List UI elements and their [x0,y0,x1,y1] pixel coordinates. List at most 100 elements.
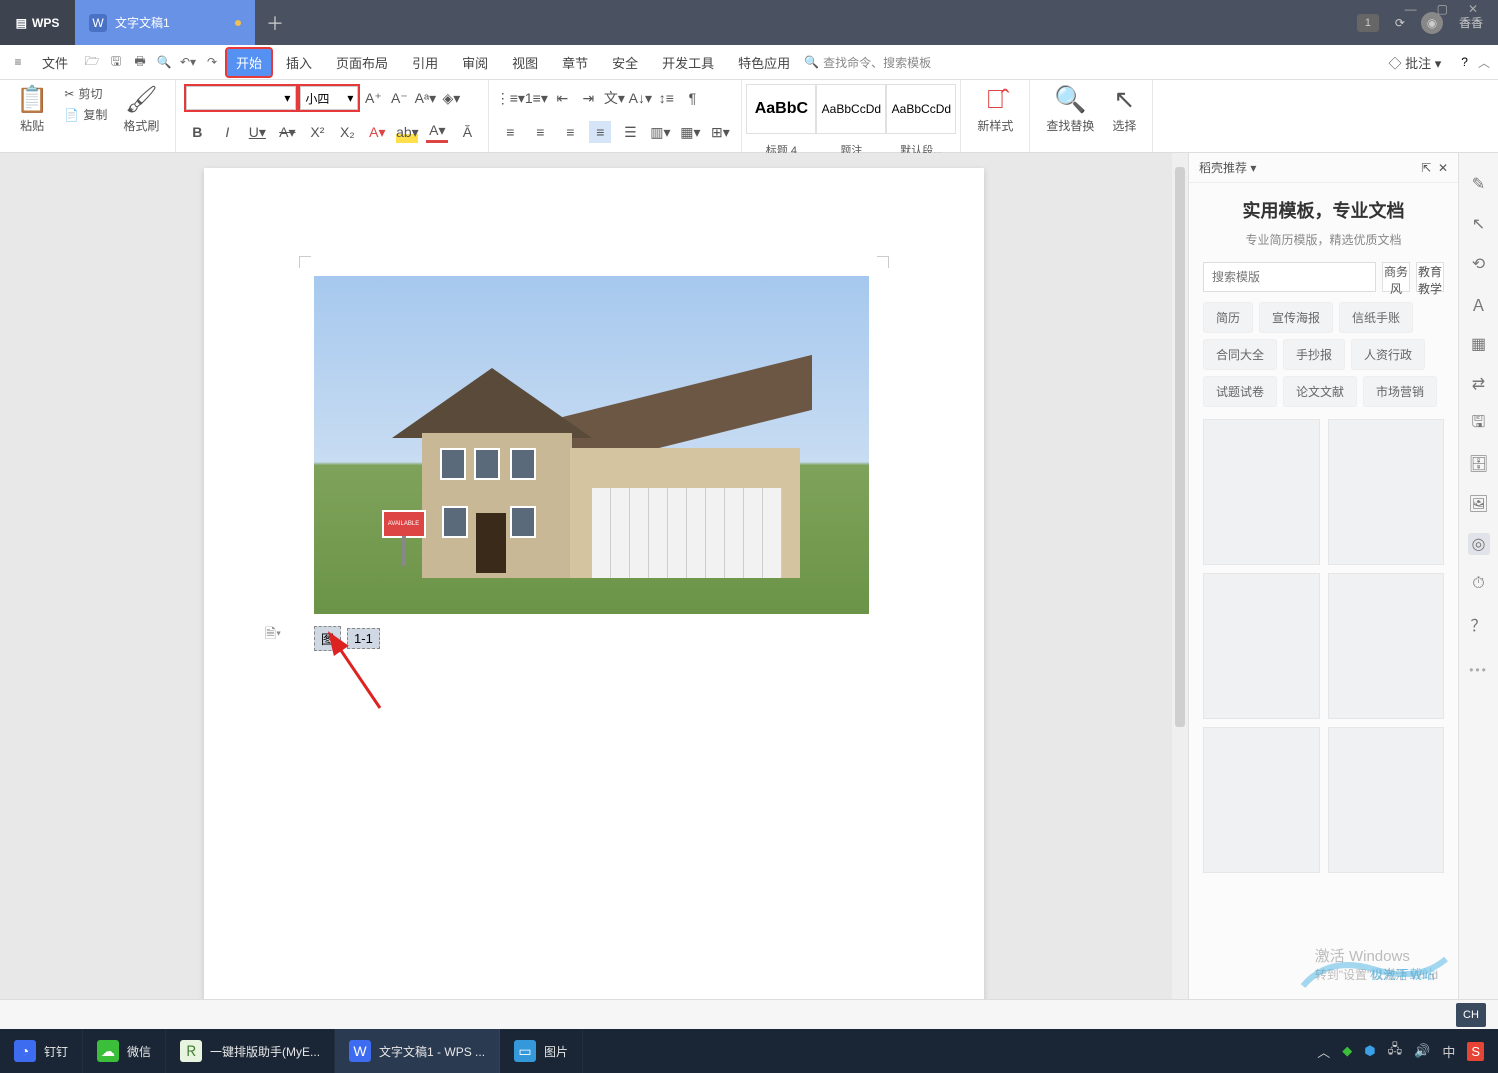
tab-view[interactable]: 视图 [502,48,548,77]
font-size-input[interactable]: 小四▾ [300,86,358,110]
bold-icon[interactable]: B [186,121,208,143]
close-icon[interactable]: ✕ [1468,2,1478,24]
taskbar-item-wechat[interactable]: ☁微信 [83,1029,166,1073]
tag-item[interactable]: 合同大全 [1203,339,1277,370]
increase-indent-icon[interactable]: ⇥ [577,87,599,109]
taskbar-item-myedit[interactable]: Ｒ一键排版助手(MyE... [166,1029,335,1073]
align-justify-icon[interactable]: ≡ [589,121,611,143]
minimize-icon[interactable]: — [1405,2,1417,24]
increase-font-icon[interactable]: A⁺ [362,87,384,109]
pencil-icon[interactable]: ✎ [1468,173,1490,195]
tag-item[interactable]: 试题试卷 [1203,376,1277,407]
align-center-icon[interactable]: ≡ [529,121,551,143]
archive-icon[interactable]: 🗄 [1468,453,1490,475]
file-menu[interactable]: 文件 [32,48,78,77]
tag-item[interactable]: 信纸手账 [1339,302,1413,333]
taskbar-item-image[interactable]: ▭图片 [500,1029,583,1073]
template-card[interactable] [1203,727,1320,873]
refresh-icon[interactable]: ⟲ [1468,253,1490,275]
align-left-icon[interactable]: ≡ [499,121,521,143]
tab-special[interactable]: 特色应用 [728,48,800,77]
style-item[interactable]: AaBbC [746,84,816,134]
collapse-ribbon-icon[interactable]: ︿ [1478,54,1490,71]
new-tab-button[interactable]: ＋ [255,0,295,45]
tag-item[interactable]: 市场营销 [1363,376,1437,407]
numbering-icon[interactable]: 1≡▾ [525,87,547,109]
tray-ime-icon[interactable]: 中 [1442,1042,1455,1061]
template-card[interactable] [1328,573,1445,719]
cut-button[interactable]: ✂剪切 [60,84,111,103]
close-panel-icon[interactable]: ✕ [1438,161,1448,175]
save-icon[interactable]: 🖫 [106,52,126,72]
template-card[interactable] [1328,727,1445,873]
decrease-indent-icon[interactable]: ⇤ [551,87,573,109]
font-color-icon[interactable]: A▾ [426,121,448,143]
tray-sogou-icon[interactable]: S [1467,1042,1484,1061]
style-item[interactable]: AaBbCcDd [886,84,956,134]
filter-button-business[interactable]: 商务风 [1382,262,1410,292]
tab-insert[interactable]: 插入 [276,48,322,77]
tab-references[interactable]: 引用 [402,48,448,77]
settings-icon[interactable]: ⇄ [1468,373,1490,395]
tray-network-icon[interactable]: 🖧 [1388,1040,1403,1062]
tray-cloud-icon[interactable]: ◆ [1342,1043,1352,1059]
phonetic-icon[interactable]: Ă [456,121,478,143]
find-replace-button[interactable]: 🔍查找替换 [1040,84,1100,134]
text-fx-icon[interactable]: Ａ [1468,293,1490,315]
template-card[interactable] [1328,419,1445,565]
vertical-scrollbar[interactable] [1172,153,1188,999]
redo-icon[interactable]: ↷ [202,52,222,72]
save-icon[interactable]: 🖫 [1468,413,1490,435]
underline-icon[interactable]: U▾ [246,121,268,143]
undo-icon[interactable]: ↶▾ [178,52,198,72]
bullets-icon[interactable]: ⋮≡▾ [499,87,521,109]
sort-icon[interactable]: A↓▾ [629,87,651,109]
tab-review[interactable]: 审阅 [452,48,498,77]
tray-up-icon[interactable]: ︿ [1317,1042,1330,1061]
app-logo[interactable]: ▤ WPS [0,0,75,45]
italic-icon[interactable]: I [216,121,238,143]
new-style-button[interactable]: Ａ̂ 新样式 [971,84,1019,134]
tab-developer[interactable]: 开发工具 [652,48,724,77]
taskbar-item-wps[interactable]: W文字文稿1 - WPS ... [335,1029,500,1073]
canvas[interactable]: AVAILABLE 🗎▾ 图 1-1 [0,153,1188,999]
tab-home[interactable]: 开始 [226,48,272,77]
clock-icon[interactable]: ⏱ [1468,573,1490,595]
caption-handle-icon[interactable]: 🗎▾ [264,626,282,644]
print-icon[interactable]: 🖶 [130,52,150,72]
copy-button[interactable]: 📄复制 [60,105,111,124]
text-direction-icon[interactable]: 文▾ [603,87,625,109]
tab-page-layout[interactable]: 页面布局 [326,48,398,77]
scrollbar-thumb[interactable] [1175,167,1185,727]
strikethrough-icon[interactable]: A▾ [276,121,298,143]
document-tab[interactable]: W 文字文稿1 [75,0,255,45]
cursor-icon[interactable]: ↖ [1468,213,1490,235]
borders-icon[interactable]: ⊞▾ [709,121,731,143]
annotate-button[interactable]: ◇ 批注 ▾ [1379,48,1452,77]
template-card[interactable] [1203,573,1320,719]
clear-format-icon[interactable]: ◈▾ [440,87,462,109]
shading-icon[interactable]: ▦▾ [679,121,701,143]
inserted-image[interactable]: AVAILABLE [314,276,869,614]
help-icon[interactable]: ？ [1468,613,1490,635]
style-item[interactable]: AaBbCcDd [816,84,886,134]
open-icon[interactable]: 🗁 [82,52,102,72]
grid-icon[interactable]: ▦ [1468,333,1490,355]
template-card[interactable] [1203,419,1320,565]
tag-item[interactable]: 简历 [1203,302,1253,333]
tray-volume-icon[interactable]: 🔊 [1414,1043,1430,1059]
format-painter-button[interactable]: 🖌 格式刷 [117,84,165,134]
taskbar-item-dingtalk[interactable]: ◔钉钉 [0,1029,83,1073]
tag-item[interactable]: 宣传海报 [1259,302,1333,333]
maximize-icon[interactable]: ▢ [1437,2,1448,24]
ime-indicator[interactable]: CH [1456,1003,1486,1027]
select-button[interactable]: ↖选择 [1106,84,1142,134]
tray-security-icon[interactable]: ⬢ [1364,1043,1375,1059]
show-marks-icon[interactable]: ¶ [681,87,703,109]
columns-icon[interactable]: ▥▾ [649,121,671,143]
paste-button[interactable]: 📋 粘贴 [10,84,54,134]
align-right-icon[interactable]: ≡ [559,121,581,143]
help-icon[interactable]: ? [1461,55,1468,69]
superscript-icon[interactable]: X² [306,121,328,143]
tab-chapter[interactable]: 章节 [552,48,598,77]
